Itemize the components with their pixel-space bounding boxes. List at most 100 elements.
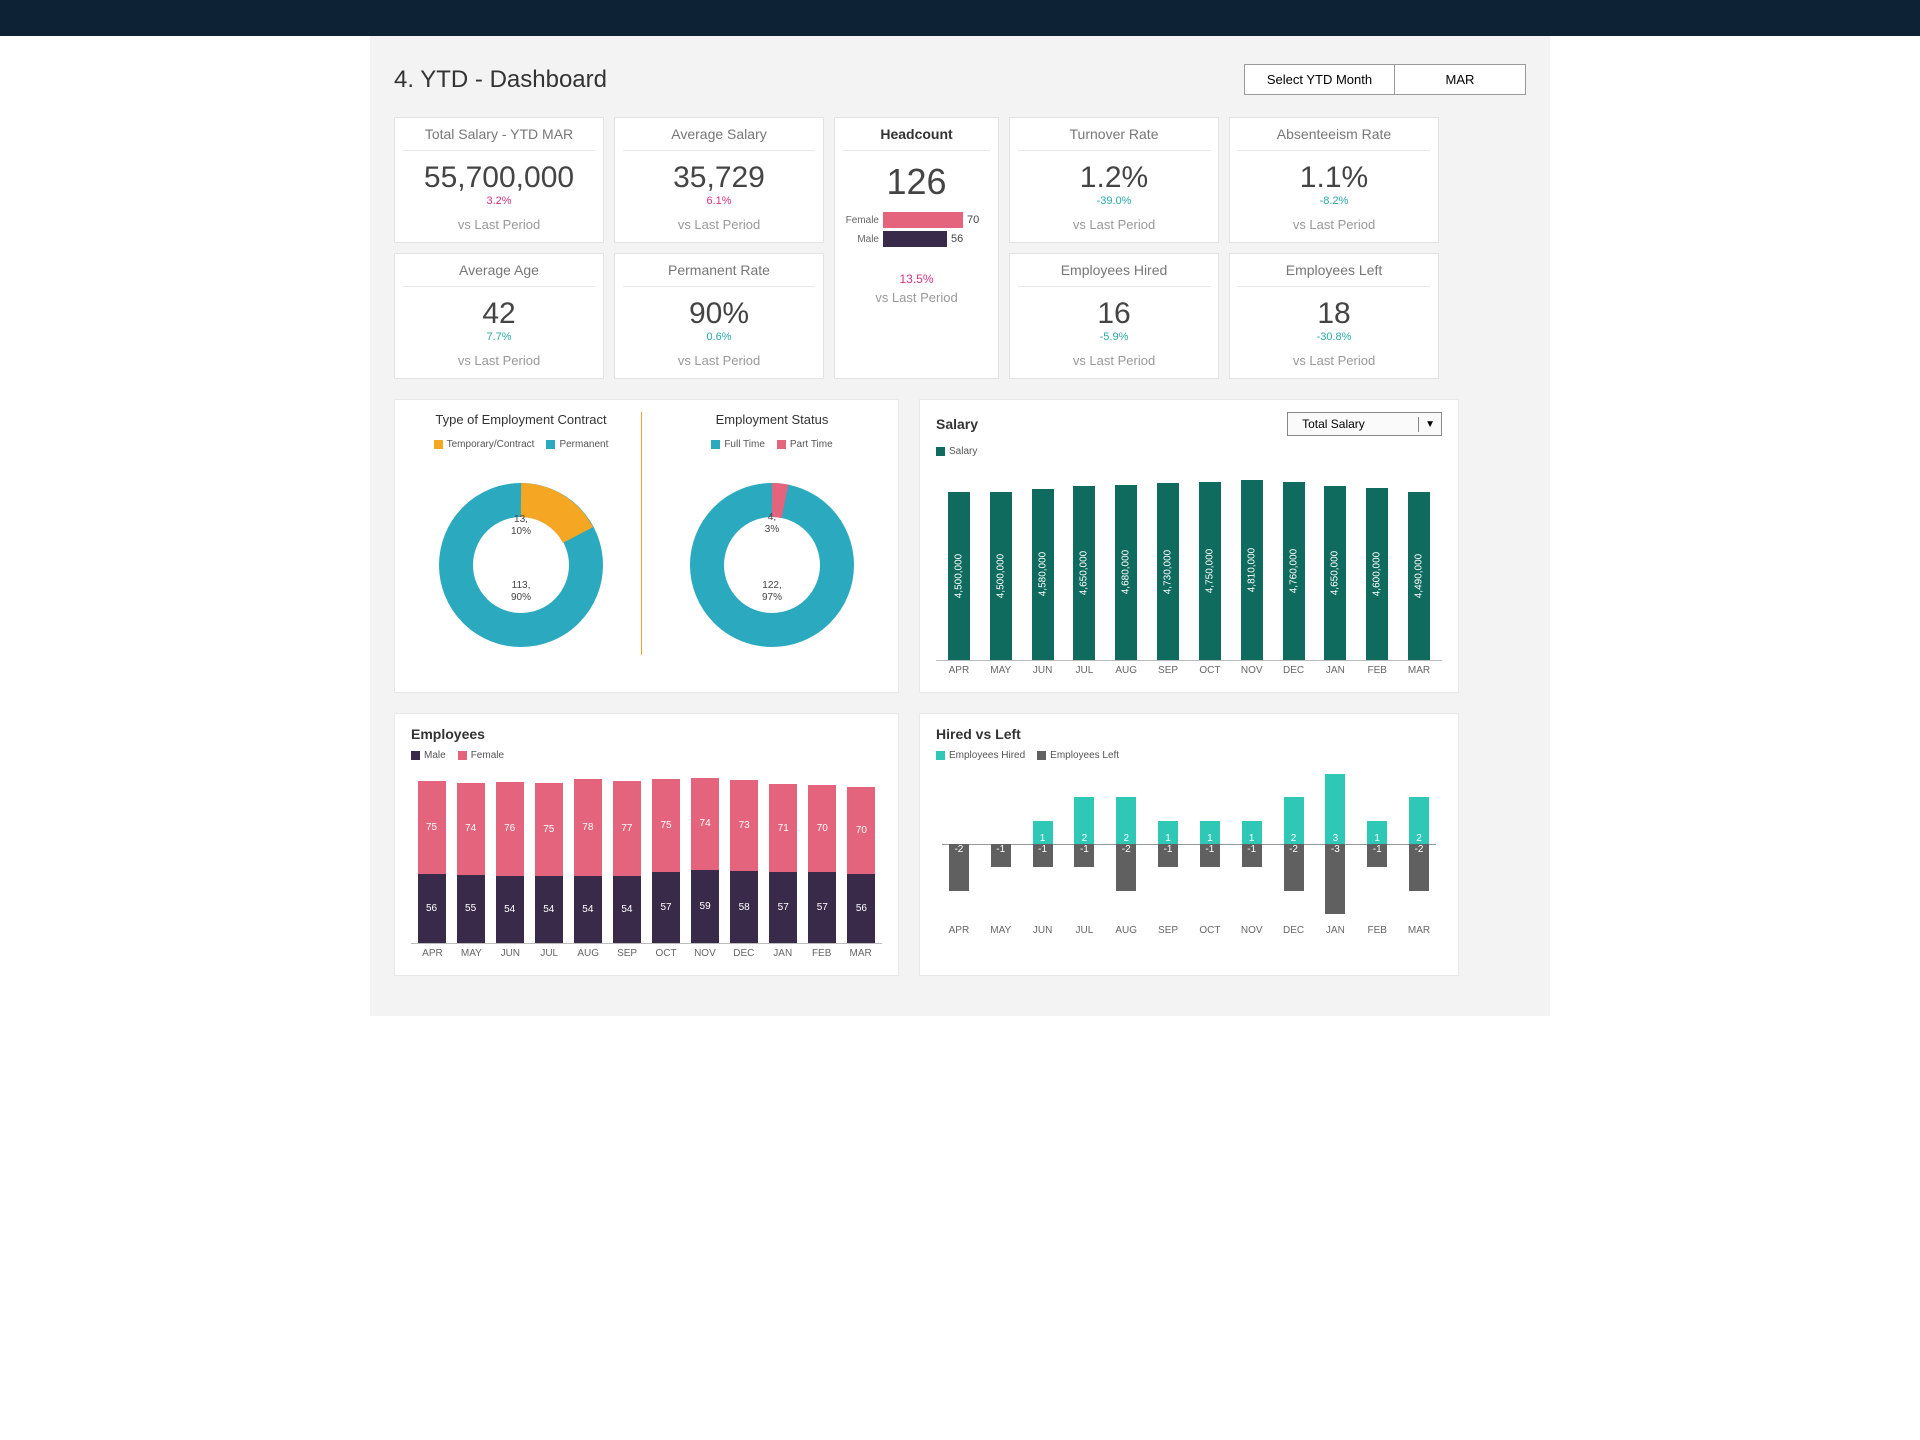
selector-label: Select YTD Month (1245, 65, 1395, 94)
salary-bar: 4,490,000 (1402, 492, 1436, 660)
salary-bar: 4,580,000 (1026, 489, 1060, 660)
employees-x-axis: APRMAYJUNJULAUGSEPOCTNOVDECJANFEBMAR (411, 944, 882, 959)
emp-stack: 56 70 (845, 787, 878, 943)
legend-item: Male (411, 750, 446, 761)
ytd-month-selector[interactable]: Select YTD Month MAR (1244, 64, 1526, 95)
kpi-sub: vs Last Period (1010, 213, 1218, 242)
svg-text:10%: 10% (511, 526, 531, 537)
hvl-chart: -2 -1 1 -1 2 -1 2 -2 1 -1 1 -1 (936, 769, 1442, 919)
salary-bar: 4,650,000 (1318, 486, 1352, 660)
headcount-gender-bars: Female 70 Male 56 (835, 203, 998, 254)
donut-status-svg: 4, 3% 122, 97% (672, 460, 872, 650)
hvl-bar: 2 -1 (1067, 769, 1101, 919)
panel-title: Employees (411, 726, 882, 742)
salary-bars: 4,500,000 4,500,000 4,580,000 4,650,000 … (936, 461, 1442, 661)
emp-stack: 54 75 (532, 783, 565, 943)
emp-stack: 57 75 (649, 779, 682, 943)
emp-stack: 57 70 (806, 785, 839, 943)
kpi-delta: -5.9% (1010, 331, 1218, 349)
hvl-bar: -1 (984, 769, 1018, 919)
legend: Male Female (411, 750, 882, 761)
legend-item: Full Time (711, 439, 765, 450)
kpi-sub: vs Last Period (1230, 213, 1438, 242)
hvl-bar: 2 -2 (1402, 769, 1436, 919)
kpi-title: Total Salary - YTD MAR (403, 118, 595, 151)
panel-title: Salary (936, 416, 978, 432)
kpi-title: Employees Left (1238, 254, 1430, 287)
emp-stack: 56 75 (415, 781, 448, 944)
kpi-value: 35,729 (615, 151, 823, 195)
kpi-value: 42 (395, 287, 603, 331)
selector-value[interactable]: MAR (1395, 65, 1525, 94)
svg-text:97%: 97% (762, 592, 782, 603)
emp-stack: 59 74 (689, 778, 722, 943)
kpi-delta: 13.5% (835, 272, 998, 286)
salary-bar: 4,650,000 (1067, 486, 1101, 660)
kpi-title: Permanent Rate (623, 254, 815, 287)
panel-title: Hired vs Left (936, 726, 1442, 742)
hc-bar-row: Female 70 (845, 212, 988, 228)
donut-status: Employment Status Full Time Part Time 4, … (662, 412, 882, 655)
kpi-sub: vs Last Period (395, 349, 603, 378)
kpi-delta: 7.7% (395, 331, 603, 349)
kpi-value: 1.2% (1010, 151, 1218, 195)
svg-text:4,: 4, (768, 512, 776, 523)
kpi-avg-age: Average Age 42 7.7% vs Last Period (394, 253, 604, 379)
emp-stack: 54 77 (610, 781, 643, 944)
hvl-bar: -2 (942, 769, 976, 919)
svg-text:13,: 13, (514, 514, 528, 525)
salary-bar: 4,500,000 (942, 492, 976, 660)
legend-item: Part Time (777, 439, 833, 450)
legend: Salary (936, 446, 1442, 457)
svg-text:113,: 113, (512, 580, 531, 591)
salary-bar: 4,730,000 (1151, 483, 1185, 660)
svg-text:3%: 3% (765, 524, 780, 535)
legend: Full Time Part Time (662, 439, 882, 450)
hvl-bar: 3 -3 (1318, 769, 1352, 919)
donut-contract-svg: 13, 10% 113, 90% (421, 460, 621, 650)
hvl-bar: 1 -1 (1360, 769, 1394, 919)
kpi-title: Average Salary (623, 118, 815, 151)
kpi-delta: 0.6% (615, 331, 823, 349)
kpi-value: 126 (835, 151, 998, 203)
legend-item: Female (458, 750, 504, 761)
donut-title: Type of Employment Contract (411, 412, 631, 427)
hvl-bar: 2 -2 (1109, 769, 1143, 919)
legend-item: Permanent (546, 439, 608, 450)
legend-item: Temporary/Contract (434, 439, 535, 450)
dropdown-value: Total Salary (1288, 413, 1418, 435)
page-title: 4. YTD - Dashboard (394, 66, 607, 94)
emp-stack: 54 76 (493, 782, 526, 943)
hvl-bar: 1 -1 (1151, 769, 1185, 919)
kpi-delta: 3.2% (395, 195, 603, 213)
kpi-value: 55,700,000 (395, 151, 603, 195)
salary-x-axis: APRMAYJUNJULAUGSEPOCTNOVDECJANFEBMAR (936, 661, 1442, 676)
kpi-value: 18 (1230, 287, 1438, 331)
app-topbar (0, 0, 1920, 36)
kpi-delta: -39.0% (1010, 195, 1218, 213)
hvl-bar: 1 -1 (1026, 769, 1060, 919)
kpi-headcount: Headcount 126 Female 70 Male 56 13.5% vs… (834, 117, 999, 379)
hc-bar-row: Male 56 (845, 231, 988, 247)
legend: Employees HiredEmployees Left (936, 750, 1442, 761)
salary-bar: 4,760,000 (1277, 482, 1311, 660)
kpi-title: Absenteeism Rate (1238, 118, 1430, 151)
kpi-hired: Employees Hired 16 -5.9% vs Last Period (1009, 253, 1219, 379)
kpi-sub: vs Last Period (615, 213, 823, 242)
kpi-total-salary: Total Salary - YTD MAR 55,700,000 3.2% v… (394, 117, 604, 243)
chevron-down-icon: ▼ (1418, 417, 1441, 432)
hvl-bar: 2 -2 (1277, 769, 1311, 919)
salary-bar: 4,750,000 (1193, 482, 1227, 660)
donut-contract: Type of Employment Contract Temporary/Co… (411, 412, 642, 655)
donut-title: Employment Status (662, 412, 882, 427)
salary-bar: 4,500,000 (984, 492, 1018, 660)
kpi-title: Employees Hired (1018, 254, 1210, 287)
emp-stack: 58 73 (728, 780, 761, 943)
kpi-sub: vs Last Period (1230, 349, 1438, 378)
kpi-delta: 6.1% (615, 195, 823, 213)
salary-dropdown[interactable]: Total Salary ▼ (1287, 412, 1442, 436)
donut-panel: Type of Employment Contract Temporary/Co… (394, 399, 899, 693)
employees-panel: Employees Male Female 56 75 55 74 54 76 (394, 713, 899, 976)
emp-stack: 55 74 (454, 783, 487, 943)
hvl-bar: 1 -1 (1235, 769, 1269, 919)
